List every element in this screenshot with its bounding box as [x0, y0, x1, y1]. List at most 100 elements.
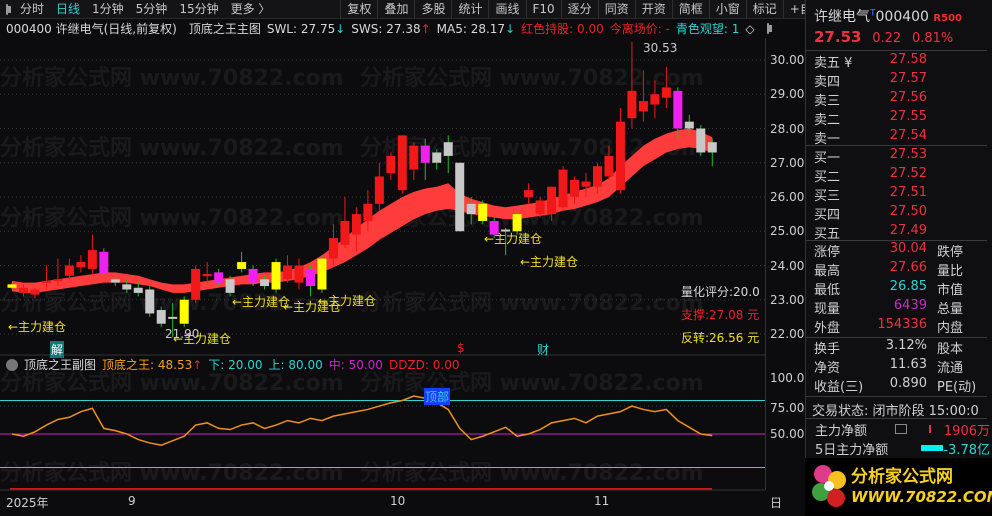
- oscillator-line: [11, 395, 713, 446]
- candle-body: [397, 135, 407, 191]
- candle-body: [478, 203, 488, 221]
- row-label-2: 跌停: [937, 245, 964, 260]
- price-tick: 22.00: [770, 327, 805, 341]
- row-label-2: 总量: [937, 302, 964, 317]
- build-label: ←主力建仓: [484, 232, 543, 246]
- row-label: 换手: [814, 342, 841, 357]
- price-tick: 26.00: [770, 190, 805, 204]
- row-value: 27.66: [889, 260, 927, 275]
- candle-body: [340, 220, 350, 245]
- ddzd-value: DDZD: 0.00: [388, 357, 460, 372]
- quote-row: 最低 26.85 市值: [814, 279, 989, 298]
- main-net-label: 主力净额: [815, 424, 868, 439]
- candle-body: [133, 287, 143, 293]
- stock-code: 000400: [875, 9, 929, 25]
- dividend-marker[interactable]: $: [457, 341, 465, 355]
- candle-body: [650, 94, 660, 105]
- row-label: 卖四: [814, 75, 841, 90]
- period-day-label[interactable]: 日: [770, 494, 782, 511]
- candle-body: [604, 155, 614, 177]
- price-tick: 28.00: [770, 121, 805, 136]
- row-value: 30.04: [889, 241, 927, 256]
- quote-row: 现量 6439 总量: [814, 298, 989, 317]
- candle-body: [283, 265, 293, 280]
- price-line: 27.53 0.22 0.81%: [814, 28, 953, 46]
- list-icon[interactable]: [895, 424, 907, 434]
- build-label: ←主力建仓: [318, 294, 377, 308]
- candle-body: [237, 262, 247, 269]
- candle-body: [76, 262, 86, 268]
- candle-body: [466, 203, 476, 215]
- candle-body: [168, 316, 178, 319]
- candle-body: [684, 121, 694, 129]
- row-label: 净资: [814, 361, 841, 376]
- candle-body: [317, 258, 327, 290]
- quote-row: 涨停 30.04 跌停: [814, 241, 989, 260]
- chevron-down-icon[interactable]: [6, 358, 18, 371]
- sub-chart-header: 顶底之王副图 顶底之王: 48.53↑ 下: 20.00 上: 80.00 中:…: [0, 356, 765, 373]
- row-label: 卖二: [814, 113, 841, 128]
- quote-row: 买四 27.50: [814, 204, 989, 223]
- row-label: 买二: [814, 170, 841, 185]
- quote-row: 卖三 27.56: [814, 90, 989, 109]
- price-chart[interactable]: [0, 0, 765, 514]
- candle-body: [156, 310, 166, 324]
- quote-row: 收益(三) 0.890 PE(动): [814, 376, 989, 395]
- row-value: 154336: [877, 317, 927, 332]
- quote-row: 卖四 27.57: [814, 71, 989, 90]
- main-net5-row: 5日主力净额 -3.78亿: [815, 439, 990, 458]
- candle-body: [581, 181, 591, 187]
- row-label-2: 内盘: [937, 321, 964, 336]
- build-label: ←主力建仓: [520, 255, 579, 269]
- candle-body: [202, 274, 212, 277]
- row-value: 26.85: [889, 279, 927, 294]
- candle-body: [673, 90, 683, 129]
- candle-body: [638, 101, 648, 112]
- main-net5-bar: [921, 445, 943, 451]
- candle-body: [592, 166, 602, 187]
- mid-value: 中: 50.00: [328, 358, 383, 372]
- candle-body: [110, 279, 120, 283]
- row-label: 卖三: [814, 94, 841, 109]
- candle-body: [30, 289, 40, 295]
- row-label-2: 流通: [937, 361, 964, 376]
- candle-body: [524, 190, 534, 197]
- row-label: 现量: [814, 302, 841, 317]
- candle-body: [248, 268, 258, 283]
- candle-body: [294, 265, 304, 283]
- x-label-oct: 10: [390, 494, 406, 508]
- candle-body: [179, 299, 189, 324]
- low-price-label: 21.90: [165, 327, 200, 341]
- quote-row: 外盘 154336 内盘: [814, 317, 989, 336]
- row-value: 27.50: [889, 204, 927, 219]
- up-arrow-icon: ↑: [192, 358, 203, 372]
- panel-toggle-icon[interactable]: [766, 23, 772, 34]
- quote-row: 买二 27.52: [814, 166, 989, 185]
- price-change-pct: 0.81%: [911, 31, 954, 46]
- row-label: 买三: [814, 189, 841, 204]
- candle-body: [7, 284, 17, 288]
- candle-body: [443, 142, 453, 156]
- quote-row: 买一 27.53: [814, 147, 989, 166]
- candle-body: [386, 155, 396, 174]
- price-axis: 30.00 29.00 28.00 27.00 26.00 25.00 24.00 23.00…: [765, 38, 812, 490]
- sub-tick: 50.00: [770, 427, 805, 441]
- lower-value: 下: 20.00: [208, 358, 263, 372]
- row-value: 11.63: [889, 357, 927, 372]
- candle-body: [420, 145, 430, 163]
- price-tick: 29.00: [770, 87, 805, 102]
- candle-body: [41, 280, 51, 283]
- row-value: 6439: [893, 298, 927, 313]
- main-net-bar: [929, 425, 931, 433]
- main-net5-label: 5日主力净额: [815, 443, 889, 458]
- candle-body: [455, 162, 465, 232]
- candle-body: [512, 214, 522, 232]
- quote-row: 卖五 ¥ 27.58: [814, 52, 989, 71]
- quote-row: 卖二 27.55: [814, 109, 989, 128]
- reverse-label: 反转:26.56 元: [681, 331, 760, 345]
- sub-indicator-name[interactable]: 顶底之王副图: [24, 356, 96, 373]
- candle-body: [53, 279, 63, 282]
- row-value: 27.56: [889, 90, 927, 105]
- candle-body: [328, 238, 338, 259]
- candle-body: [696, 128, 706, 153]
